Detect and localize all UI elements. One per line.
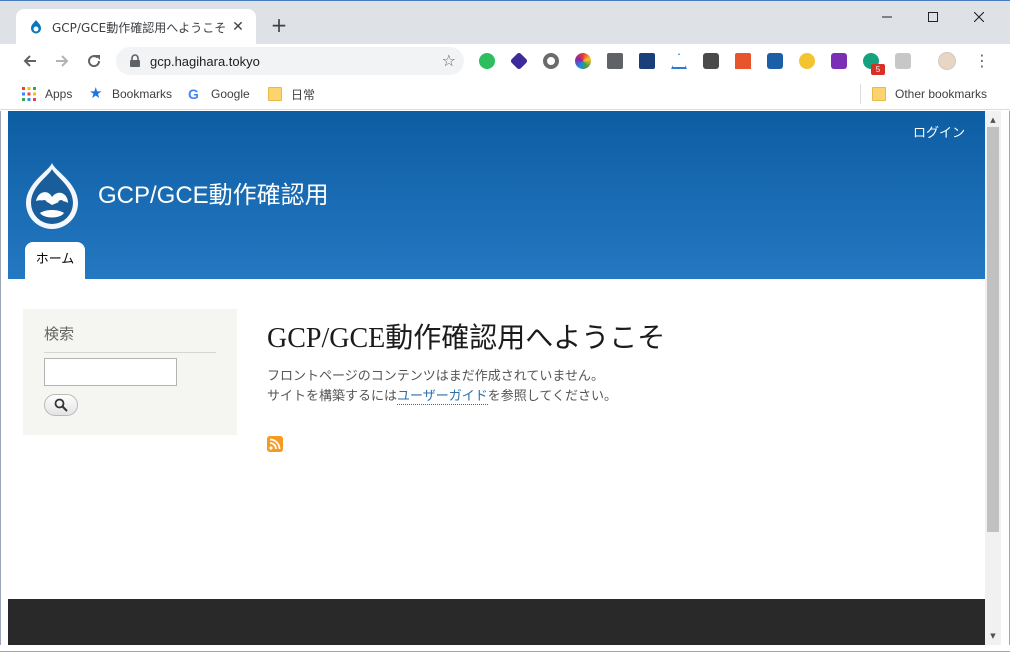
login-link[interactable]: ログイン: [913, 122, 965, 141]
bookmark-folder-daily[interactable]: 日常: [268, 86, 315, 102]
extension-badge: 5: [871, 64, 885, 75]
close-window-icon[interactable]: [956, 5, 1002, 29]
bookmark-star-icon[interactable]: ☆: [442, 51, 456, 70]
minimize-icon[interactable]: [864, 5, 910, 29]
site-header: ログイン GCP/GCE動作確認用 ホーム: [8, 111, 985, 279]
scrollbar-thumb[interactable]: [987, 127, 999, 532]
intro-line-1: フロントページのコンテンツはまだ作成されていません。: [267, 369, 604, 384]
sidebar-search-block: 検索: [23, 309, 237, 435]
intro-suffix: を参照してください。: [487, 389, 617, 404]
window-border-right: [1001, 111, 1010, 652]
page-title: GCP/GCE動作確認用へようこそ: [267, 323, 666, 354]
search-heading: 検索: [44, 323, 216, 353]
inbox-icon[interactable]: [607, 53, 623, 69]
intro-line-2: サイトを構築するにはユーザーガイドを参照してください。: [267, 387, 947, 407]
rss-feed-icon[interactable]: [267, 436, 283, 452]
bulb-icon[interactable]: [703, 53, 719, 69]
folder-icon: [268, 87, 282, 101]
browser-titlebar: GCP/GCE動作確認用へようこそ | GC ✕ +: [0, 0, 1010, 45]
tab-title: GCP/GCE動作確認用へようこそ | GC: [52, 20, 226, 35]
google-icon: G: [188, 86, 199, 102]
bookmark-divider: [860, 84, 861, 104]
onenote-icon[interactable]: [831, 53, 847, 69]
scroll-down-icon[interactable]: ▼: [985, 629, 1001, 643]
bookmark-other-label: Other bookmarks: [895, 87, 988, 101]
lock-icon: [130, 54, 140, 67]
apps-grid-icon: [22, 87, 36, 101]
new-tab-icon[interactable]: +: [268, 15, 290, 37]
profile-avatar[interactable]: [938, 52, 956, 70]
forward-icon[interactable]: [50, 49, 74, 73]
tab-home[interactable]: ホーム: [25, 242, 85, 279]
triangle-icon[interactable]: [671, 53, 687, 69]
star-icon: ★: [89, 85, 103, 102]
address-bar[interactable]: gcp.hagihara.tokyo ☆: [116, 47, 464, 75]
circle-icon[interactable]: [543, 53, 559, 69]
puzzle-icon[interactable]: [895, 53, 911, 69]
user-guide-link[interactable]: ユーザーガイド: [397, 389, 488, 405]
bookmark-google[interactable]: G Google: [188, 86, 250, 102]
back-icon[interactable]: [18, 49, 42, 73]
bookmark-apps[interactable]: Apps: [22, 86, 72, 102]
search-icon: [54, 398, 68, 412]
bookmark-apps-label: Apps: [45, 87, 73, 101]
bookmark-other[interactable]: Other bookmarks: [872, 86, 987, 102]
maximize-icon[interactable]: [910, 5, 956, 29]
evernote-icon[interactable]: [479, 53, 495, 69]
color-ring-icon[interactable]: [575, 53, 591, 69]
folder-icon: [872, 87, 886, 101]
id-icon[interactable]: [639, 53, 655, 69]
search-button[interactable]: [44, 394, 78, 416]
kebab-menu-icon[interactable]: ⋮: [974, 52, 990, 70]
search-input[interactable]: [44, 358, 177, 386]
intro-prefix: サイトを構築するには: [267, 389, 398, 404]
calendar-icon[interactable]: [767, 53, 783, 69]
drupal-favicon-icon: [31, 20, 41, 34]
page-scrollbar[interactable]: ▲ ▼: [985, 111, 1001, 645]
bookmark-folder-label: 日常: [291, 87, 316, 102]
close-tab-icon[interactable]: ✕: [230, 19, 246, 35]
scroll-up-icon[interactable]: ▲: [985, 113, 1001, 127]
reload-icon[interactable]: [82, 49, 106, 73]
bookmarks-bar: Apps ★ Bookmarks G Google 日常 Other bookm…: [0, 78, 1010, 110]
bookmark-google-label: Google: [211, 87, 250, 101]
hand-icon[interactable]: [799, 53, 815, 69]
browser-tab-active[interactable]: GCP/GCE動作確認用へようこそ | GC ✕: [16, 9, 256, 45]
main-content: GCP/GCE動作確認用へようこそ フロントページのコンテンツはまだ作成されてい…: [267, 319, 947, 407]
site-name[interactable]: GCP/GCE動作確認用: [98, 175, 329, 210]
drupal-logo-icon[interactable]: [22, 161, 82, 229]
site-footer: [8, 599, 985, 645]
layers-icon[interactable]: [509, 51, 529, 71]
window-border-bottom: [0, 645, 1010, 652]
url-text: gcp.hagihara.tokyo: [150, 54, 260, 69]
bookmark-bookmarks[interactable]: ★ Bookmarks: [89, 86, 172, 102]
lighthouse-icon[interactable]: [735, 53, 751, 69]
browser-toolbar: gcp.hagihara.tokyo ☆ 5 ⋮: [0, 44, 1010, 78]
bookmark-bookmarks-label: Bookmarks: [112, 87, 173, 101]
window-border-left: [0, 111, 8, 652]
page-viewport: ログイン GCP/GCE動作確認用 ホーム 検索 GCP/GCE動作確認用へよう…: [8, 111, 985, 645]
